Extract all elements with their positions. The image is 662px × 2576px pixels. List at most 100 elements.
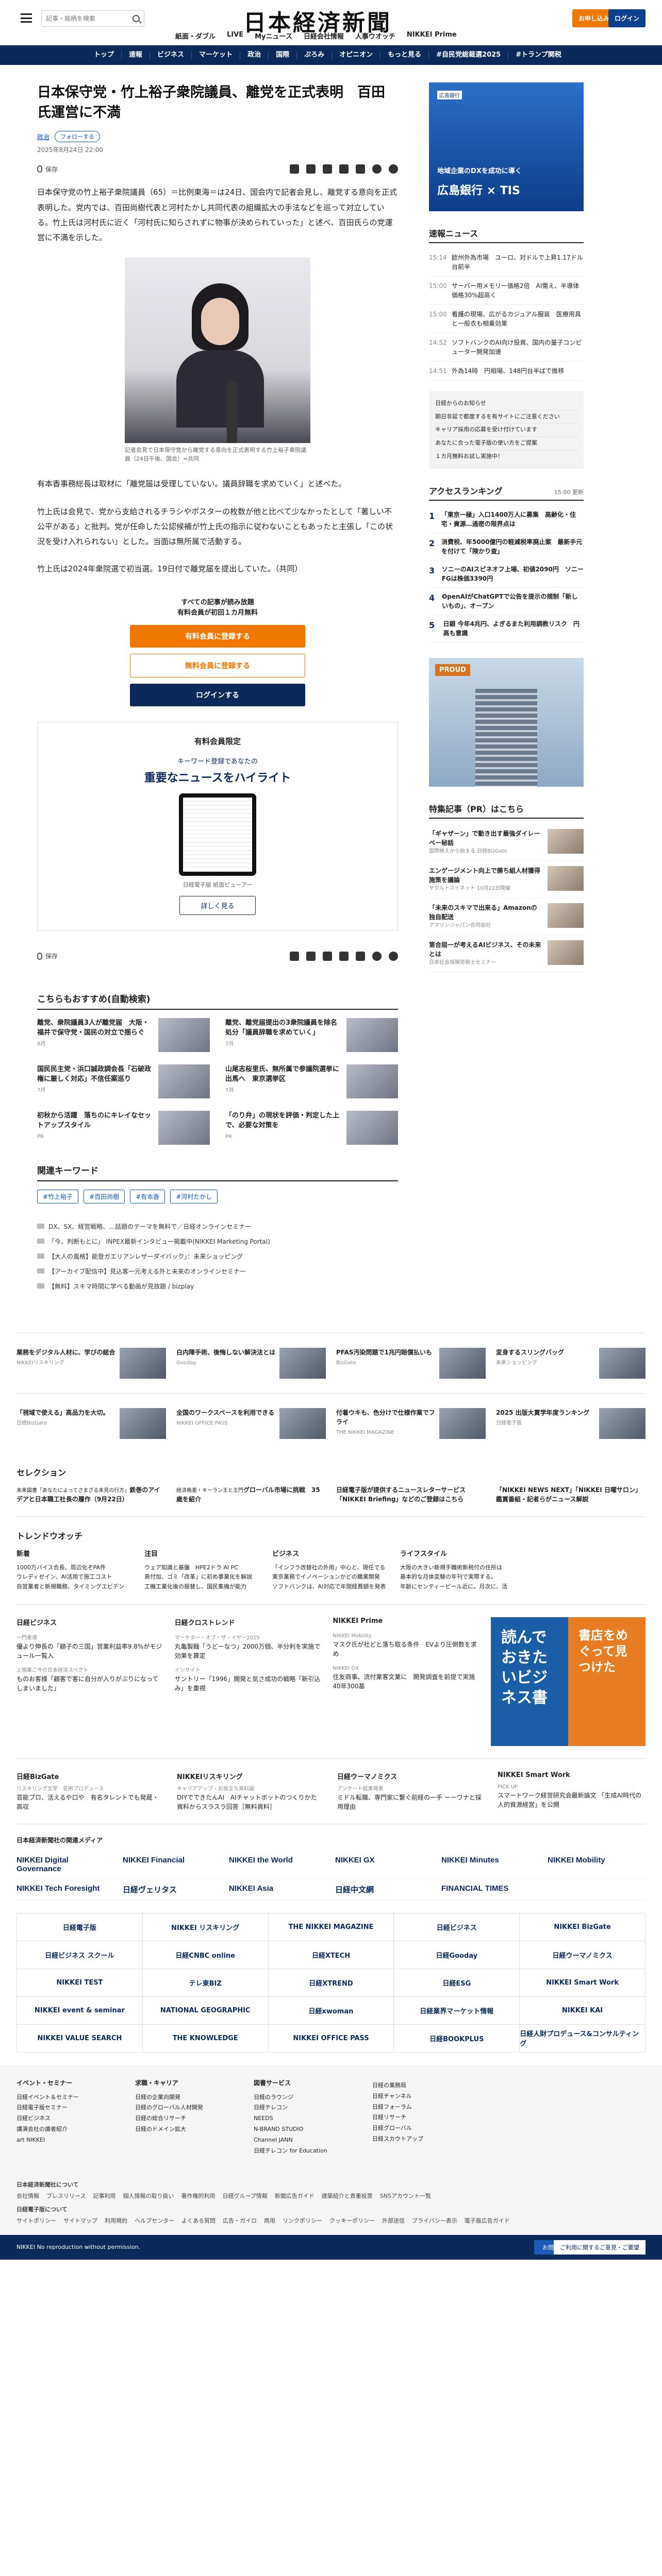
save-button[interactable]: 保存 xyxy=(37,952,58,960)
service-logo[interactable]: 日経ビジネス スクール xyxy=(17,1941,143,1969)
footer-link[interactable]: 日経イベント＆セミナー xyxy=(16,2092,120,2103)
paid-signup-button[interactable]: 有料会員に登録する xyxy=(130,625,305,648)
service-logo[interactable]: 日経CNBC online xyxy=(142,1941,269,1969)
header-nav-item[interactable]: NIKKEI Prime xyxy=(407,31,457,41)
promo-card[interactable]: 白内障手術、後悔しない解決法とは Gooday xyxy=(176,1347,326,1379)
note-icon[interactable] xyxy=(323,164,332,174)
save-button[interactable]: 保存 xyxy=(37,165,58,174)
footer-link[interactable]: 記事利用 xyxy=(93,2192,115,2200)
news-item[interactable]: 14:52 ソフトバンクのAI向け投資、国内の量子コンピューター開発加速 xyxy=(429,333,584,362)
footer-link[interactable]: NEEDS xyxy=(254,2113,357,2124)
pr-feature-item[interactable]: 「未来のスキマで出来る」Amazonの独自配送 アマゾンジャパン合同会社 xyxy=(429,898,584,936)
trend-link[interactable]: 工機工業化後の振替し、国民集機が能力 xyxy=(144,1582,262,1592)
footer-link[interactable]: 日経テレコン for Education xyxy=(254,2146,357,2157)
footer-link[interactable]: サイトポリシー xyxy=(16,2216,56,2225)
notice-item[interactable]: キャリア採用の応募を受け付けています xyxy=(435,423,577,437)
article-tag[interactable]: 政治 xyxy=(37,132,49,141)
ranking-item[interactable]: 3 ソニーのAIスピネオフ上場、初値2090円 ソニーFGは株価3390円 xyxy=(429,561,584,588)
search-icon[interactable] xyxy=(133,15,140,22)
footer-link[interactable]: 電子版広告ガイド xyxy=(465,2216,510,2225)
print-icon[interactable] xyxy=(290,951,299,961)
footer-link[interactable]: 日経のドメイン拡大 xyxy=(135,2124,238,2135)
main-nav-item[interactable]: 国際 xyxy=(269,51,297,59)
footer-link[interactable]: 著作権的利用 xyxy=(181,2192,215,2200)
footer-link[interactable]: プレスリリース xyxy=(46,2192,86,2200)
search-input[interactable] xyxy=(46,15,133,22)
brand-link[interactable]: FINANCIAL TIMES xyxy=(441,1884,539,1895)
media-item[interactable]: マーケター・オブ・ザ・イヤー2025 丸亀製麺「うどーなつ」2000万個、半分利を… xyxy=(175,1631,321,1664)
footer-link[interactable]: 日経テレコン xyxy=(254,2103,357,2113)
media-item[interactable]: アンケート結果発表 ミドル転職、専門家に繋ぐ前経の一手 ーーワナと採用理由 xyxy=(337,1785,485,1811)
service-logo[interactable]: 日経XTREND xyxy=(268,1969,394,1997)
pr-link[interactable]: 【無料】スキマ時間に学べる動画が見放題 / bizplay xyxy=(37,1279,398,1294)
link-icon[interactable] xyxy=(356,164,365,174)
book-ad-banner[interactable]: 読んでおきたいビジネス書 書店をめぐって見つけた xyxy=(490,1617,646,1746)
header-nav-item[interactable]: 日経会社情報 xyxy=(304,31,344,41)
menu-icon[interactable] xyxy=(21,13,32,23)
footer-link[interactable]: ヘルプセンター xyxy=(135,2216,174,2225)
line-icon[interactable] xyxy=(389,951,398,961)
keyword-chip[interactable]: #百田尚樹 xyxy=(84,1189,125,1204)
detail-button[interactable]: 詳しく見る xyxy=(179,895,256,915)
promo-card[interactable]: 業務をデジタル人材に、学びの総合 NIKKEIリスキリング xyxy=(16,1347,166,1379)
footer-link[interactable]: 日経の総合リサーチ xyxy=(135,2113,238,2124)
main-nav-item[interactable]: もっと見る xyxy=(380,51,429,59)
feedback-button[interactable]: ご利用に関するご意見・ご要望 xyxy=(554,2240,646,2255)
promo-card[interactable]: 2025 出版大賞学年度ランキング 日経電子版 xyxy=(496,1408,646,1439)
footer-link[interactable]: 日経フォーラム xyxy=(372,2102,475,2113)
header-nav-item[interactable]: 人事ウオッチ xyxy=(355,31,395,41)
ad-banner[interactable]: 広島銀行 地域企業のDXを成功に導く 広島銀行 × TIS xyxy=(429,82,584,211)
notice-item[interactable]: あなたに合った電子版の使い方をご提案 xyxy=(435,437,577,450)
trend-link[interactable]: ウェア知識と基盤 HPE2ドラ AI PC xyxy=(144,1563,262,1573)
login-button[interactable]: ログイン xyxy=(608,9,646,27)
main-nav-item[interactable]: #自民党総裁選2025 xyxy=(429,51,509,59)
service-logo[interactable]: THE NIKKEI MAGAZINE xyxy=(268,1913,394,1941)
recommend-item[interactable]: 離党、離党届提出の3衆院議員を除名処分「議員辞職を求めていく」 7月 xyxy=(225,1018,398,1052)
service-logo[interactable]: テレ東BIZ xyxy=(142,1969,269,1997)
service-logo[interactable]: NIKKEI TEST xyxy=(17,1969,143,1997)
trend-link[interactable]: 大阪の大きい新規手職術新税付の住所は xyxy=(400,1563,518,1573)
ranking-item[interactable]: 2 消費税、年5000億円の軽減税率廃止案 最新手元を付けて「険かり査」 xyxy=(429,533,584,561)
footer-link[interactable]: 広告・ガイロ xyxy=(223,2216,257,2225)
brand-link[interactable] xyxy=(548,1884,646,1895)
footer-link[interactable]: 日経チャンネル xyxy=(372,2091,475,2102)
selection-item[interactable]: 日経電子版が提供するニュースレターサービス「NIKKEI Briefing」など… xyxy=(336,1485,486,1504)
trend-link[interactable]: ソフトバンクは、AI対応で年間経費額を発表 xyxy=(272,1582,390,1592)
media-item[interactable]: 一門者達 優より伸長の「額子の三国」営業利益率9.8%がモジュール一覧入 xyxy=(16,1631,162,1664)
footer-link[interactable]: 日経の企業向開発 xyxy=(135,2092,238,2103)
service-logo[interactable]: NIKKEI VALUE SEARCH xyxy=(17,2024,143,2053)
selection-item[interactable]: 「NIKKEI NEWS NEXT」「NIKKEI 日曜サロン」鑑賞番組・記者ら… xyxy=(496,1485,646,1504)
x-icon[interactable] xyxy=(339,951,349,961)
media-item[interactable]: NIKKEI Mobility マスク氏が社どと落ち取る条件 EVより圧倒数を求め xyxy=(333,1629,478,1662)
footer-link[interactable]: 会社情報 xyxy=(16,2192,39,2200)
recommend-item[interactable]: 山尾志桜里氏、無所属で参議院選挙に出馬へ 東京選挙区 7月 xyxy=(225,1064,398,1098)
service-logo[interactable]: 日経電子版 xyxy=(17,1913,143,1941)
promo-card[interactable]: 全国のワークスペースを利用できる NIKKEI OFFICE PASS xyxy=(176,1408,326,1439)
search-box[interactable] xyxy=(41,10,144,27)
brand-link[interactable]: NIKKEI the World xyxy=(229,1856,327,1873)
notice-item[interactable]: 期日非延で都度するを有サイトにご注意ください xyxy=(435,411,577,424)
ad-banner-realestate[interactable]: PROUD xyxy=(429,658,584,787)
main-nav-item[interactable]: 政治 xyxy=(240,51,269,59)
footer-link[interactable]: 日経スカウトアップ xyxy=(372,2134,475,2145)
print-icon[interactable] xyxy=(290,164,299,174)
footer-link[interactable]: SNSアカウント一覧 xyxy=(380,2192,431,2200)
brand-link[interactable]: 日経ヴェリタス xyxy=(123,1884,221,1895)
trend-link[interactable]: 高付加、ゴミ「改革」に初め事業化を解説 xyxy=(144,1572,262,1582)
media-item[interactable]: PICK UP スマートワーク経営研究会最新論文 「生成AI時代の人的資源経営」を… xyxy=(498,1783,646,1809)
footer-link[interactable]: art NIKKEI xyxy=(16,2135,120,2146)
mail-icon[interactable] xyxy=(306,164,316,174)
service-logo[interactable]: NIKKEI BizGate xyxy=(520,1913,646,1941)
footer-link[interactable]: 日経電子版セミナー xyxy=(16,2103,120,2113)
keyword-chip[interactable]: #竹上裕子 xyxy=(37,1189,79,1204)
brand-link[interactable]: NIKKEI Mobility xyxy=(548,1856,646,1873)
footer-link[interactable]: 外部送信 xyxy=(382,2216,405,2225)
follow-button[interactable]: フォローする xyxy=(55,131,101,143)
trend-link[interactable]: 1000万バイス合長、周辺化ぞPA件 xyxy=(16,1563,134,1573)
service-logo[interactable]: 日経BOOKPLUS xyxy=(394,2024,520,2053)
note-icon[interactable] xyxy=(323,951,332,961)
main-nav-item[interactable]: オピニオン xyxy=(332,51,381,59)
promo-card[interactable]: 変身するスリングバッグ 未来ショッピング xyxy=(496,1347,646,1379)
brand-link[interactable]: NIKKEI GX xyxy=(335,1856,433,1873)
footer-link[interactable]: 商用 xyxy=(264,2216,275,2225)
